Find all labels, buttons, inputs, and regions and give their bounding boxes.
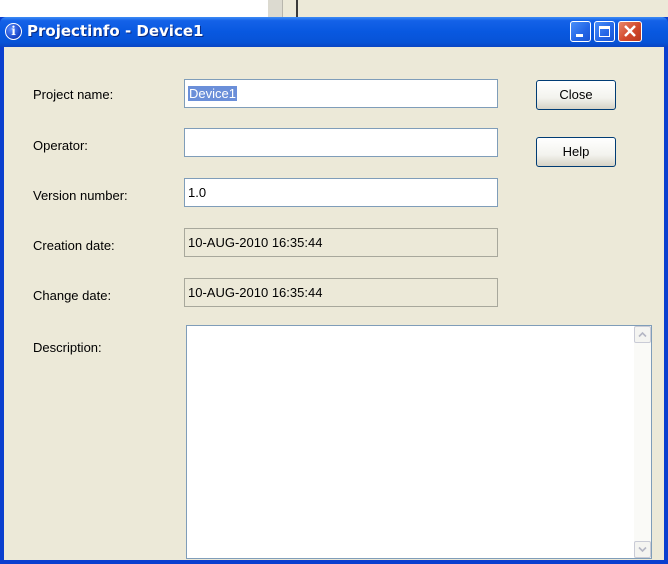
chevron-up-icon bbox=[638, 331, 647, 338]
minimize-button[interactable] bbox=[570, 21, 591, 42]
window-title: Projectinfo - Device1 bbox=[27, 22, 204, 40]
project-name-field[interactable]: Device1 bbox=[184, 79, 498, 108]
title-bar[interactable]: i Projectinfo - Device1 bbox=[0, 17, 668, 47]
description-scrollbar[interactable] bbox=[634, 326, 651, 558]
version-number-field[interactable]: 1.0 bbox=[184, 178, 498, 207]
close-button[interactable]: Close bbox=[536, 80, 616, 110]
operator-field[interactable] bbox=[184, 128, 498, 157]
scroll-up-button[interactable] bbox=[634, 326, 651, 343]
change-date-label: Change date: bbox=[33, 288, 112, 303]
background-divider bbox=[296, 0, 298, 18]
description-label: Description: bbox=[33, 340, 102, 355]
creation-date-label: Creation date: bbox=[33, 238, 115, 253]
projectinfo-dialog: i Projectinfo - Device1 Project name: De… bbox=[0, 17, 668, 564]
version-number-label: Version number: bbox=[33, 188, 128, 203]
maximize-button[interactable] bbox=[594, 21, 615, 42]
description-textarea[interactable] bbox=[186, 325, 652, 559]
chevron-down-icon bbox=[638, 546, 647, 553]
background-window-edge bbox=[268, 0, 283, 18]
close-icon bbox=[624, 25, 636, 37]
creation-date-field: 10-AUG-2010 16:35:44 bbox=[184, 228, 498, 257]
info-icon: i bbox=[5, 23, 22, 40]
change-date-field: 10-AUG-2010 16:35:44 bbox=[184, 278, 498, 307]
dialog-client-area: Project name: Device1 Operator: Version … bbox=[4, 47, 664, 560]
window-right-border bbox=[664, 47, 668, 564]
minimize-icon bbox=[576, 34, 583, 37]
maximize-icon bbox=[599, 26, 610, 37]
help-button[interactable]: Help bbox=[536, 137, 616, 167]
close-window-button[interactable] bbox=[618, 21, 642, 42]
background-window-strip bbox=[268, 0, 668, 18]
scroll-down-button[interactable] bbox=[634, 541, 651, 558]
project-name-value: Device1 bbox=[188, 86, 237, 101]
project-name-label: Project name: bbox=[33, 87, 114, 102]
operator-label: Operator: bbox=[33, 138, 88, 153]
